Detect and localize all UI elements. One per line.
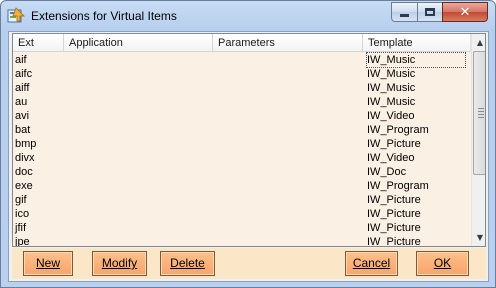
template-cell: IW_Picture xyxy=(367,222,421,234)
template-cell: IW_Program xyxy=(367,124,429,136)
list-row[interactable]: gif IW_Picture xyxy=(13,193,471,207)
delete-button[interactable]: Delete xyxy=(160,251,215,276)
scroll-up-button[interactable]: ▲ xyxy=(472,34,485,51)
template-cell: IW_Music xyxy=(367,82,416,94)
template-cell: IW_Program xyxy=(367,180,429,192)
column-header-ext[interactable]: Ext xyxy=(13,34,64,52)
list-row[interactable]: divx IW_Video xyxy=(13,151,471,165)
list-row[interactable]: ico IW_Picture xyxy=(13,207,471,221)
list-header: Ext Application Parameters Template xyxy=(13,34,471,52)
template-cell: IW_Music xyxy=(366,52,466,68)
ext-cell: ico xyxy=(15,208,30,220)
list-row[interactable]: jfif IW_Picture xyxy=(13,221,471,235)
new-button[interactable]: New xyxy=(23,251,73,276)
ext-cell: bat xyxy=(15,124,31,136)
grip-line-icon xyxy=(478,108,484,109)
list-row[interactable]: bmp IW_Picture xyxy=(13,137,471,151)
dialog-client-area: Ext Application Parameters Template aif … xyxy=(8,31,489,282)
up-arrow-icon: ▲ xyxy=(476,38,484,47)
template-cell: IW_Picture xyxy=(367,138,421,150)
scroll-down-button[interactable]: ▼ xyxy=(472,229,485,246)
button-bar: New Modify Delete Cancel OK xyxy=(12,248,486,279)
minimize-icon xyxy=(400,13,409,17)
list-rows: aif IW_Music aifc IW_Music aiff IW_Music… xyxy=(13,52,471,247)
ext-cell: jpe xyxy=(15,236,30,247)
ext-cell: divx xyxy=(15,152,35,164)
template-cell: IW_Video xyxy=(367,152,415,164)
column-header-application[interactable]: Application xyxy=(64,34,213,52)
list-row[interactable]: avi IW_Video xyxy=(13,109,471,123)
ext-cell: avi xyxy=(15,110,30,122)
template-cell: IW_Picture xyxy=(367,208,421,220)
column-header-parameters[interactable]: Parameters xyxy=(213,34,363,52)
minimize-button[interactable] xyxy=(391,2,418,22)
maximize-button[interactable] xyxy=(417,2,443,22)
down-arrow-icon: ▼ xyxy=(476,233,484,242)
template-cell: IW_Picture xyxy=(367,236,421,247)
ext-cell: aif xyxy=(15,54,27,66)
template-cell: IW_Music xyxy=(367,96,416,108)
list-row[interactable]: doc IW_Doc xyxy=(13,165,471,179)
ext-cell: aifc xyxy=(15,68,33,80)
title-bar[interactable]: Extensions for Virtual Items ✕ xyxy=(1,1,495,31)
list-row[interactable]: au IW_Music xyxy=(13,95,471,109)
ext-cell: au xyxy=(15,96,28,108)
ext-cell: gif xyxy=(15,194,27,206)
ok-button[interactable]: OK xyxy=(416,251,469,276)
template-cell: IW_Music xyxy=(367,68,416,80)
grip-line-icon xyxy=(478,117,484,118)
column-header-template[interactable]: Template xyxy=(363,34,471,52)
dialog-window: Extensions for Virtual Items ✕ Ext Appli… xyxy=(0,0,496,288)
list-row[interactable]: bat IW_Program xyxy=(13,123,471,137)
ext-cell: jfif xyxy=(15,222,26,234)
maximize-icon xyxy=(425,8,435,16)
extensions-list[interactable]: Ext Application Parameters Template aif … xyxy=(12,33,486,247)
ext-cell: doc xyxy=(15,166,33,178)
cancel-button[interactable]: Cancel xyxy=(345,251,398,276)
ext-cell: exe xyxy=(15,180,33,192)
list-row[interactable]: aif IW_Music xyxy=(13,52,471,68)
template-cell: IW_Video xyxy=(367,110,415,122)
window-title: Extensions for Virtual Items xyxy=(31,9,177,23)
ext-cell: aiff xyxy=(15,82,30,94)
grip-line-icon xyxy=(478,114,484,115)
list-row[interactable]: aiff IW_Music xyxy=(13,81,471,95)
scroll-thumb[interactable] xyxy=(473,51,485,175)
app-icon xyxy=(7,7,25,23)
ext-cell: bmp xyxy=(15,138,37,150)
close-icon: ✕ xyxy=(459,4,471,20)
close-button[interactable]: ✕ xyxy=(442,2,488,22)
list-row[interactable]: exe IW_Program xyxy=(13,179,471,193)
modify-button[interactable]: Modify xyxy=(92,251,147,276)
list-row[interactable]: jpe IW_Picture xyxy=(13,235,471,247)
vertical-scrollbar[interactable]: ▲ ▼ xyxy=(471,34,485,246)
list-row[interactable]: aifc IW_Music xyxy=(13,67,471,81)
template-cell: IW_Picture xyxy=(367,194,421,206)
template-cell: IW_Doc xyxy=(367,166,407,178)
grip-line-icon xyxy=(478,111,484,112)
